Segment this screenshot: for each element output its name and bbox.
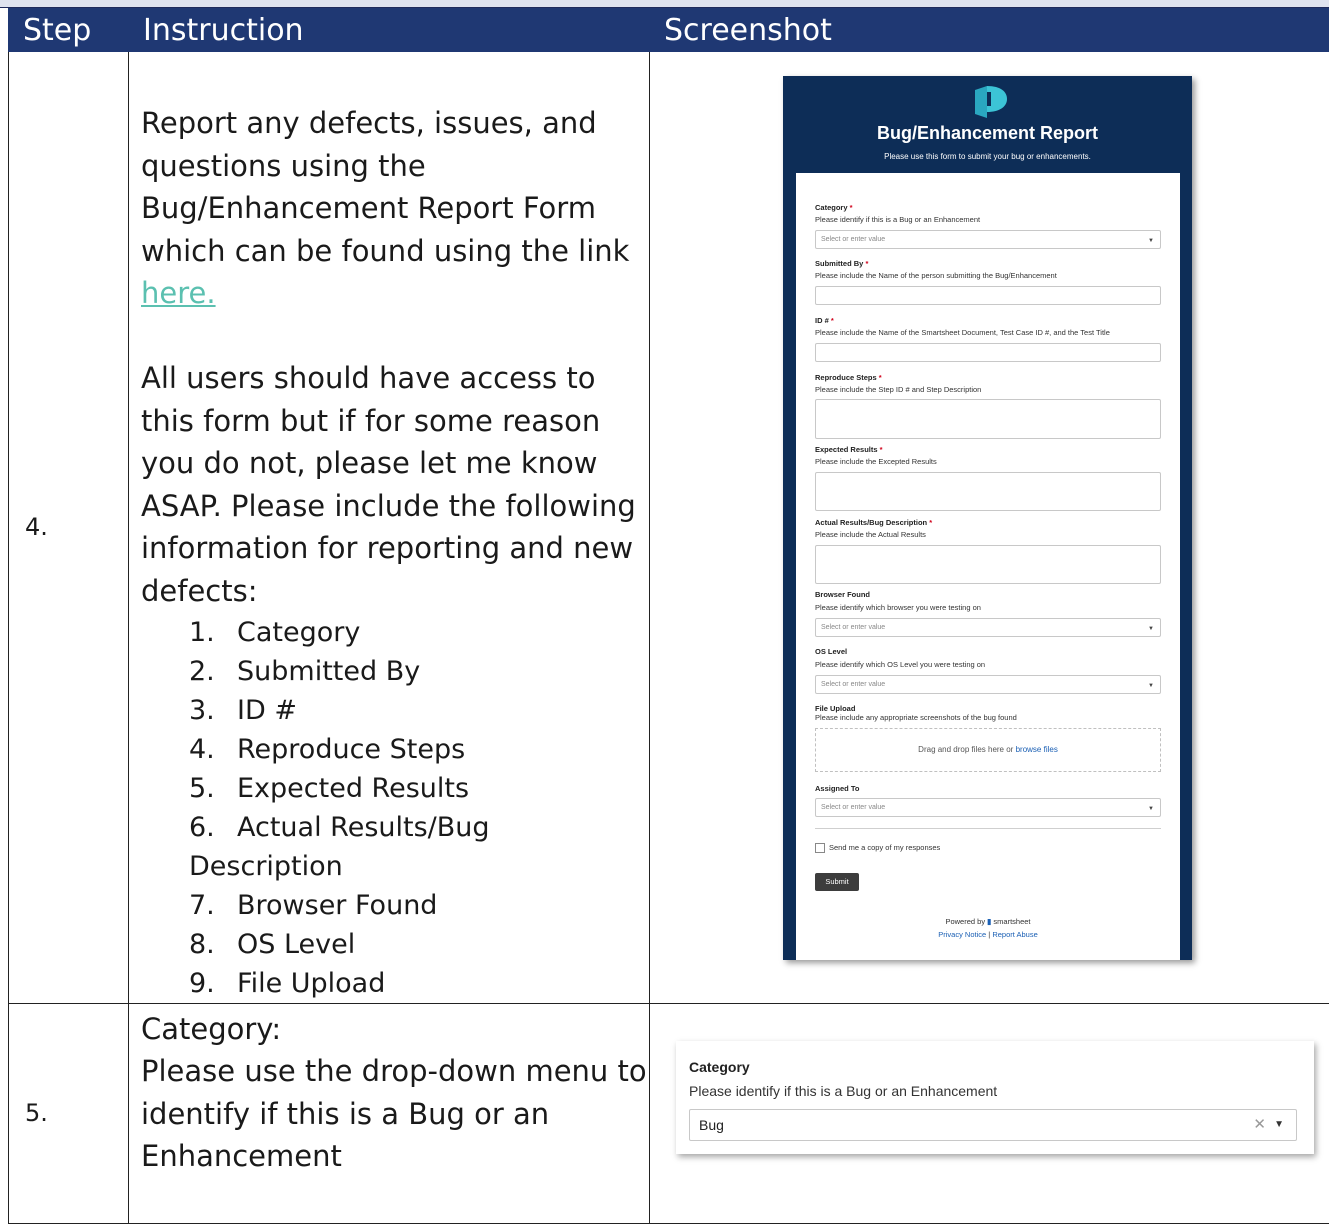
- category-title: Category:: [141, 1008, 649, 1051]
- list-item: 5.Expected Results: [141, 769, 649, 808]
- divider: [815, 828, 1161, 829]
- instruction-cell: Report any defects, issues, and question…: [129, 52, 650, 1004]
- category-select[interactable]: Select or enter value▼: [815, 230, 1161, 249]
- caret-down-icon: ▼: [1148, 233, 1154, 250]
- submit-button[interactable]: Submit: [815, 873, 859, 891]
- category-label: Category: [689, 1059, 750, 1075]
- caret-down-icon: ▼: [1148, 678, 1154, 695]
- instruction-intro: Report any defects, issues, and question…: [141, 102, 649, 315]
- step-number: 4.: [9, 52, 129, 1004]
- browser-hint: Please identify which browser you were t…: [815, 603, 981, 612]
- list-item: 9.File Upload: [141, 964, 649, 1003]
- header-screenshot: Screenshot: [650, 9, 1329, 52]
- top-strip: [0, 0, 1329, 8]
- form-link[interactable]: here.: [141, 276, 216, 310]
- header-row: Step Instruction Screenshot: [9, 9, 1329, 52]
- caret-down-icon[interactable]: ▼: [1274, 1110, 1284, 1140]
- category-select[interactable]: Bug ✕ ▼: [689, 1109, 1297, 1141]
- list-item: 1.Category: [141, 613, 649, 652]
- actual-label: Actual Results/Bug Description *: [815, 518, 932, 527]
- reproduce-textarea[interactable]: [815, 399, 1161, 439]
- file-drop-zone[interactable]: Drag and drop files here or browse files: [815, 728, 1161, 772]
- category-hint: Please identify if this is a Bug or an E…: [689, 1083, 997, 1099]
- expected-label: Expected Results *: [815, 445, 883, 454]
- field-list: 1.Category 2.Submitted By 3.ID # 4.Repro…: [141, 613, 649, 1003]
- expected-textarea[interactable]: [815, 472, 1161, 511]
- form-subtitle: Please use this form to submit your bug …: [783, 152, 1192, 161]
- powered-by: Powered by ▮ smartsheet: [796, 917, 1180, 926]
- footer-links: Privacy Notice | Report Abuse: [796, 930, 1180, 939]
- smartsheet-logo-icon: [969, 84, 1009, 120]
- reproduce-hint: Please include the Step ID # and Step De…: [815, 385, 981, 394]
- upload-label: File Upload: [815, 704, 855, 713]
- browse-files-link[interactable]: browse files: [1016, 745, 1058, 754]
- submitted-by-hint: Please include the Name of the person su…: [815, 271, 1057, 280]
- header-step: Step: [9, 9, 129, 52]
- assigned-label: Assigned To: [815, 784, 859, 793]
- list-item: 8.OS Level: [141, 925, 649, 964]
- expected-hint: Please include the Excepted Results: [815, 457, 937, 466]
- category-text: Please use the drop-down menu to identif…: [141, 1050, 649, 1178]
- os-label: OS Level: [815, 647, 847, 656]
- privacy-link[interactable]: Privacy Notice: [938, 930, 986, 939]
- os-select[interactable]: Select or enter value▼: [815, 675, 1161, 694]
- category-value: Bug: [699, 1117, 724, 1133]
- caret-down-icon: ▼: [1148, 621, 1154, 638]
- close-icon[interactable]: ✕: [1253, 1110, 1266, 1140]
- upload-hint: Please include any appropriate screensho…: [815, 713, 1017, 722]
- actual-textarea[interactable]: [815, 545, 1161, 584]
- step-number: 5.: [9, 1003, 129, 1223]
- caret-down-icon: ▼: [1148, 801, 1154, 818]
- browser-label: Browser Found: [815, 590, 870, 599]
- list-item: 6.Actual Results/Bug Description: [141, 808, 649, 886]
- form-body: Category * Please identify if this is a …: [796, 173, 1180, 960]
- id-label: ID # *: [815, 316, 834, 325]
- intro-text: Report any defects, issues, and question…: [141, 106, 629, 268]
- list-item: 7.Browser Found: [141, 886, 649, 925]
- category-screenshot: Category Please identify if this is a Bu…: [676, 1041, 1314, 1154]
- form-title: Bug/Enhancement Report: [783, 123, 1192, 144]
- id-input[interactable]: [815, 343, 1161, 362]
- assigned-select[interactable]: Select or enter value▼: [815, 798, 1161, 817]
- header-instruction: Instruction: [129, 9, 650, 52]
- access-note: All users should have access to this for…: [141, 357, 649, 613]
- category-label: Category *: [815, 203, 853, 212]
- report-abuse-link[interactable]: Report Abuse: [992, 930, 1037, 939]
- submitted-by-input[interactable]: [815, 286, 1161, 305]
- submitted-by-label: Submitted By *: [815, 259, 868, 268]
- category-hint: Please identify if this is a Bug or an E…: [815, 215, 980, 224]
- list-item: 3.ID #: [141, 691, 649, 730]
- form-screenshot: Bug/Enhancement Report Please use this f…: [783, 76, 1192, 960]
- browser-select[interactable]: Select or enter value▼: [815, 618, 1161, 637]
- os-hint: Please identify which OS Level you were …: [815, 660, 985, 669]
- id-hint: Please include the Name of the Smartshee…: [815, 328, 1110, 337]
- list-item: 2.Submitted By: [141, 652, 649, 691]
- copy-checkbox[interactable]: Send me a copy of my responses: [815, 843, 940, 853]
- actual-hint: Please include the Actual Results: [815, 530, 926, 539]
- instruction-cell: Category: Please use the drop-down menu …: [129, 1003, 650, 1223]
- list-item: 4.Reproduce Steps: [141, 730, 649, 769]
- reproduce-label: Reproduce Steps *: [815, 373, 882, 382]
- checkbox-icon[interactable]: [815, 843, 825, 853]
